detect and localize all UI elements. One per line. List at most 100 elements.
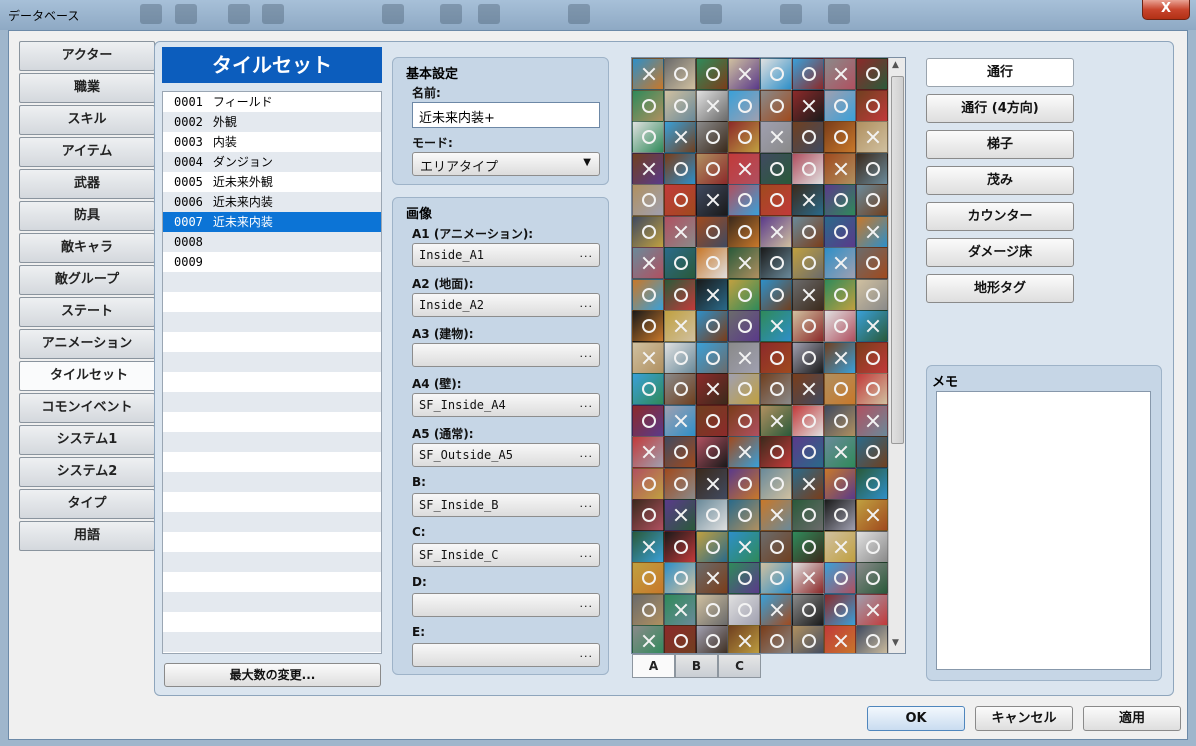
image-slot-picker[interactable]: ... [412,593,600,617]
nav-item[interactable]: コモンイベント [19,393,155,423]
tile[interactable] [696,341,728,374]
nav-item[interactable]: ステート [19,297,155,327]
tile[interactable] [632,278,664,311]
tile[interactable] [696,593,728,626]
tile[interactable] [696,247,728,279]
tileset-row[interactable]: 0003 内装 [163,132,381,152]
image-slot-picker[interactable]: Inside_A2... [412,293,600,317]
tile[interactable] [664,625,696,653]
tile[interactable] [792,152,824,185]
tile[interactable] [664,184,696,216]
tile[interactable] [728,310,760,342]
tileset-row[interactable]: 0006 近未来内装 [163,192,381,212]
scroll-up-icon[interactable]: ▲ [892,60,899,70]
image-slot-picker[interactable]: Inside_A1... [412,243,600,267]
nav-item[interactable]: 職業 [19,73,155,103]
tile[interactable] [664,467,696,500]
tile-tab[interactable]: B [675,654,718,678]
tile[interactable] [632,625,664,653]
tile[interactable] [824,184,856,216]
tile[interactable] [856,215,888,248]
tile[interactable] [856,499,888,531]
tile[interactable] [664,310,696,342]
tile[interactable] [728,593,760,626]
tile[interactable] [728,89,760,122]
flag-button[interactable]: 茂み [926,166,1074,195]
tile[interactable] [824,341,856,374]
flag-button[interactable]: カウンター [926,202,1074,231]
tile[interactable] [728,121,760,153]
tile[interactable] [696,89,728,122]
tile[interactable] [632,341,664,374]
tile[interactable] [760,121,792,153]
image-slot-picker[interactable]: SF_Outside_A5... [412,443,600,467]
tile[interactable] [664,58,696,90]
tile[interactable] [664,247,696,279]
tile[interactable] [728,152,760,185]
tile[interactable] [696,404,728,437]
tile[interactable] [792,89,824,122]
nav-item[interactable]: タイルセット [19,361,159,391]
nav-item[interactable]: 用語 [19,521,155,551]
tile[interactable] [824,152,856,185]
tile[interactable] [824,467,856,500]
tile[interactable] [632,404,664,437]
tile[interactable] [792,562,824,594]
tile[interactable] [760,89,792,122]
tile[interactable] [824,121,856,153]
tile[interactable] [696,215,728,248]
tile[interactable] [760,404,792,437]
tile[interactable] [728,436,760,468]
tileset-list[interactable]: 0001 フィールド 0002 外観 0003 内装 0004 ダンジョン 0005 近未来外観 0… [162,91,382,654]
cancel-button[interactable]: キャンセル [975,706,1073,731]
tile[interactable] [632,58,664,90]
tile[interactable] [824,247,856,279]
tile[interactable] [632,373,664,405]
tile[interactable] [696,530,728,563]
tile[interactable] [728,215,760,248]
tile[interactable] [664,152,696,185]
tile[interactable] [856,184,888,216]
flag-button[interactable]: 通行 [926,58,1074,87]
nav-item[interactable]: システム1 [19,425,155,455]
tileset-row[interactable]: 0007 近未来内装 [163,212,381,232]
close-button[interactable]: X [1142,0,1190,20]
tile[interactable] [664,530,696,563]
tile[interactable] [792,58,824,90]
tile[interactable] [664,436,696,468]
tile[interactable] [856,467,888,500]
tile[interactable] [696,184,728,216]
tile[interactable] [760,562,792,594]
tile[interactable] [696,436,728,468]
tileset-row[interactable]: 0001 フィールド [163,92,381,112]
tile[interactable] [760,530,792,563]
tile[interactable] [824,278,856,311]
tile[interactable] [856,341,888,374]
tile[interactable] [856,121,888,153]
tile[interactable] [696,121,728,153]
tile[interactable] [728,499,760,531]
tile[interactable] [664,593,696,626]
tile[interactable] [696,310,728,342]
tile[interactable] [696,152,728,185]
tile[interactable] [760,152,792,185]
tile[interactable] [824,499,856,531]
tile[interactable] [760,467,792,500]
tile[interactable] [664,121,696,153]
nav-item[interactable]: タイプ [19,489,155,519]
image-slot-picker[interactable]: SF_Inside_B... [412,493,600,517]
tile[interactable] [824,625,856,653]
tile[interactable] [664,89,696,122]
tile[interactable] [824,58,856,90]
tile[interactable] [760,499,792,531]
tile[interactable] [792,436,824,468]
tile[interactable] [792,121,824,153]
tile[interactable] [792,215,824,248]
tile[interactable] [728,467,760,500]
tile[interactable] [792,467,824,500]
tile[interactable] [792,184,824,216]
tile[interactable] [792,404,824,437]
tile[interactable] [760,341,792,374]
nav-item[interactable]: アイテム [19,137,155,167]
tile[interactable] [632,247,664,279]
